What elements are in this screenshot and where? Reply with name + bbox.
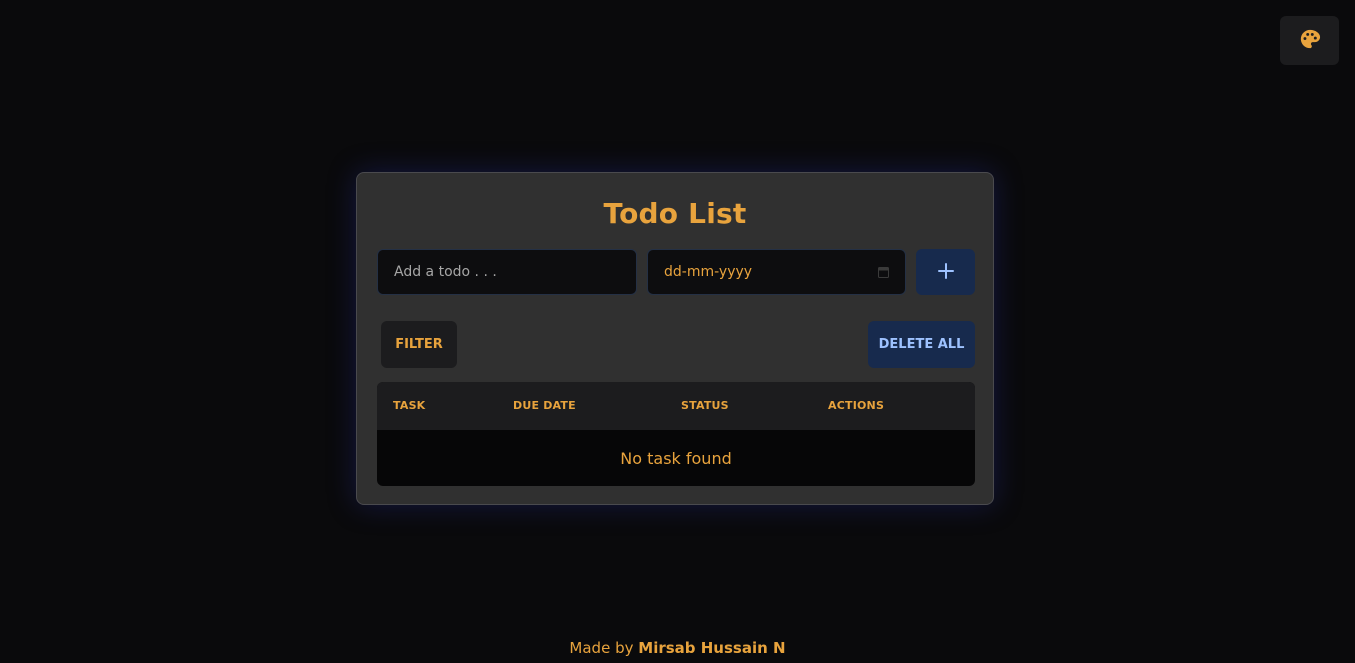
page-title: Todo List bbox=[603, 197, 747, 230]
column-header-due-date: DUE DATE bbox=[513, 399, 576, 412]
footer-author: Mirsab Hussain N bbox=[638, 639, 786, 657]
due-date-placeholder: dd-mm-yyyy bbox=[664, 264, 753, 280]
palette-icon bbox=[1299, 28, 1321, 54]
footer-credit: Made by Mirsab Hussain N bbox=[0, 639, 1355, 657]
calendar-icon[interactable] bbox=[877, 266, 889, 278]
column-header-status: STATUS bbox=[681, 399, 729, 412]
todo-card: Todo List dd-mm-yyyy FILTER DELETE ALL T… bbox=[356, 172, 994, 505]
column-header-task: TASK bbox=[393, 399, 426, 412]
todo-table: TASK DUE DATE STATUS ACTIONS No task fou… bbox=[377, 382, 975, 486]
theme-toggle-button[interactable] bbox=[1280, 16, 1339, 65]
add-todo-button[interactable] bbox=[916, 249, 975, 295]
table-header: TASK DUE DATE STATUS ACTIONS bbox=[377, 382, 975, 430]
todo-input[interactable] bbox=[377, 249, 637, 295]
plus-icon bbox=[937, 262, 955, 283]
due-date-input[interactable]: dd-mm-yyyy bbox=[647, 249, 906, 295]
delete-all-button[interactable]: DELETE ALL bbox=[868, 321, 975, 368]
footer-prefix: Made by bbox=[569, 639, 634, 657]
filter-button[interactable]: FILTER bbox=[381, 321, 457, 368]
empty-table-message: No task found bbox=[620, 448, 732, 468]
column-header-actions: ACTIONS bbox=[828, 399, 885, 412]
